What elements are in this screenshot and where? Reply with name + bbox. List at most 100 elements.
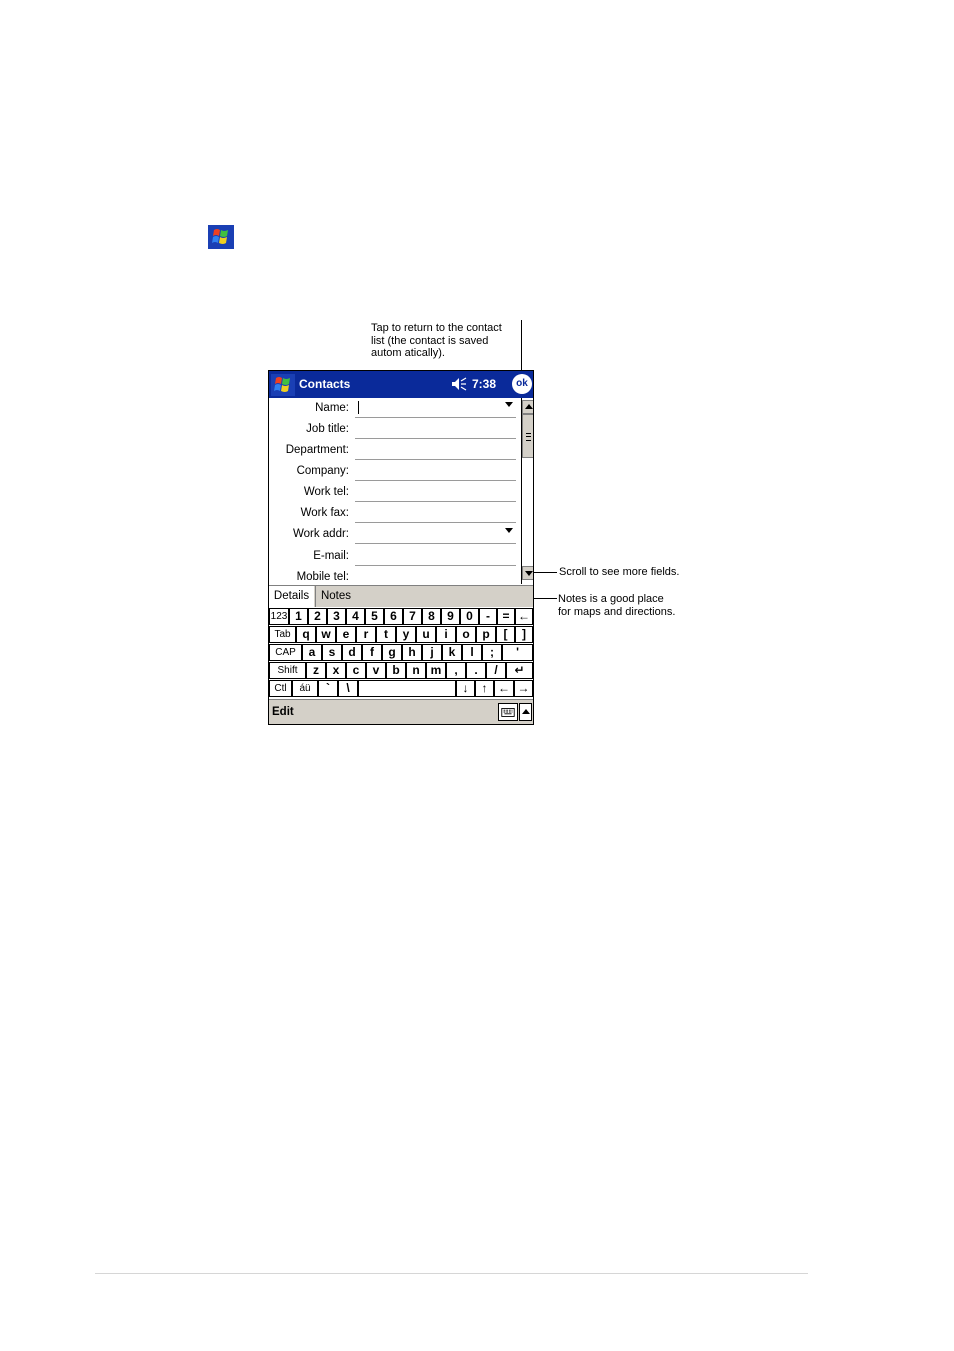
keyboard-row-3: CAP a s d f g h j k l ; ' bbox=[269, 644, 533, 662]
ok-button[interactable]: ok bbox=[512, 374, 532, 394]
key[interactable]: f bbox=[362, 644, 382, 661]
down-arrow-key[interactable]: ↓ bbox=[456, 680, 475, 697]
intl-chars-key[interactable]: áü bbox=[292, 680, 318, 697]
scroll-thumb[interactable] bbox=[522, 414, 533, 458]
key[interactable]: 6 bbox=[384, 608, 403, 625]
input-panel-selector[interactable] bbox=[519, 703, 532, 721]
footer-divider bbox=[95, 1273, 808, 1274]
keyboard-row-1: 123 1 2 3 4 5 6 7 8 9 0 - = ← bbox=[269, 608, 533, 626]
key[interactable]: , bbox=[446, 662, 466, 679]
key[interactable]: z bbox=[306, 662, 326, 679]
name-input[interactable] bbox=[355, 400, 516, 418]
key[interactable]: 2 bbox=[308, 608, 327, 625]
grip-icon bbox=[526, 433, 531, 441]
scroll-down-button[interactable] bbox=[522, 566, 533, 580]
clock-time[interactable]: 7:38 bbox=[472, 377, 496, 391]
key[interactable]: 8 bbox=[422, 608, 441, 625]
work-addr-input[interactable] bbox=[355, 526, 516, 544]
key[interactable]: a bbox=[302, 644, 322, 661]
field-name: Name: bbox=[269, 398, 521, 419]
start-menu-icon[interactable] bbox=[271, 374, 295, 396]
chevron-up-icon bbox=[522, 709, 530, 714]
scroll-callout-line bbox=[534, 572, 557, 573]
key[interactable]: q bbox=[296, 626, 316, 643]
caps-key[interactable]: CAP bbox=[269, 644, 302, 661]
tab-details[interactable]: Details bbox=[269, 586, 314, 607]
key[interactable]: t bbox=[376, 626, 396, 643]
key[interactable]: 1 bbox=[289, 608, 308, 625]
key[interactable]: h bbox=[402, 644, 422, 661]
key[interactable]: v bbox=[366, 662, 386, 679]
key[interactable]: m bbox=[426, 662, 446, 679]
key[interactable]: ; bbox=[482, 644, 502, 661]
soft-keyboard: 123 1 2 3 4 5 6 7 8 9 0 - = ← Tab q w e … bbox=[269, 608, 533, 699]
speaker-icon[interactable] bbox=[451, 377, 467, 391]
key[interactable]: x bbox=[326, 662, 346, 679]
scroll-up-button[interactable] bbox=[522, 400, 533, 414]
company-input[interactable] bbox=[355, 463, 516, 481]
contact-form: Name: Job title: Department: Company: Wo… bbox=[269, 398, 521, 587]
key[interactable]: \ bbox=[338, 680, 358, 697]
windows-start-icon bbox=[208, 225, 234, 249]
key-123[interactable]: 123 bbox=[269, 608, 289, 625]
work-tel-input[interactable] bbox=[355, 484, 516, 502]
key[interactable]: p bbox=[476, 626, 496, 643]
key[interactable]: l bbox=[462, 644, 482, 661]
key[interactable]: j bbox=[422, 644, 442, 661]
key[interactable]: 5 bbox=[365, 608, 384, 625]
up-arrow-key[interactable]: ↑ bbox=[475, 680, 494, 697]
key[interactable]: 0 bbox=[460, 608, 479, 625]
key[interactable]: g bbox=[382, 644, 402, 661]
key[interactable]: c bbox=[346, 662, 366, 679]
field-label: Name: bbox=[315, 402, 349, 414]
key[interactable]: ] bbox=[515, 626, 533, 643]
vertical-scrollbar[interactable] bbox=[521, 398, 533, 584]
space-key[interactable] bbox=[358, 680, 456, 697]
key[interactable]: [ bbox=[496, 626, 515, 643]
key[interactable]: 9 bbox=[441, 608, 460, 625]
key[interactable]: n bbox=[406, 662, 426, 679]
dropdown-arrow-icon[interactable] bbox=[505, 528, 513, 533]
field-label: E-mail: bbox=[313, 550, 349, 562]
key[interactable]: / bbox=[486, 662, 506, 679]
key[interactable]: k bbox=[442, 644, 462, 661]
key[interactable]: o bbox=[456, 626, 476, 643]
key[interactable]: w bbox=[316, 626, 336, 643]
enter-key[interactable]: ↵ bbox=[506, 662, 533, 679]
key[interactable]: - bbox=[479, 608, 497, 625]
notes-callout-text: Notes is a good place for maps and direc… bbox=[558, 593, 676, 618]
key[interactable]: y bbox=[396, 626, 416, 643]
keyboard-icon[interactable] bbox=[498, 703, 518, 721]
key[interactable]: = bbox=[497, 608, 515, 625]
navigation-bar: Contacts 7:38 ok bbox=[269, 371, 533, 398]
email-input[interactable] bbox=[355, 548, 516, 566]
left-arrow-key[interactable]: ← bbox=[494, 680, 514, 697]
right-arrow-key[interactable]: → bbox=[514, 680, 533, 697]
edit-menu[interactable]: Edit bbox=[272, 706, 294, 718]
key[interactable]: ' bbox=[502, 644, 533, 661]
key[interactable]: 7 bbox=[403, 608, 422, 625]
dropdown-arrow-icon[interactable] bbox=[505, 402, 513, 407]
key[interactable]: . bbox=[466, 662, 486, 679]
ctrl-key[interactable]: Ctl bbox=[269, 680, 292, 697]
work-fax-input[interactable] bbox=[355, 505, 516, 523]
key[interactable]: 4 bbox=[346, 608, 365, 625]
key[interactable]: u bbox=[416, 626, 436, 643]
key[interactable]: s bbox=[322, 644, 342, 661]
department-input[interactable] bbox=[355, 442, 516, 460]
keyboard-row-4: Shift z x c v b n m , . / ↵ bbox=[269, 662, 533, 680]
tab-notes[interactable]: Notes bbox=[315, 586, 356, 607]
backspace-key[interactable]: ← bbox=[515, 608, 533, 625]
ok-callout-text: Tap to return to the contact list (the c… bbox=[371, 322, 502, 359]
key[interactable]: e bbox=[336, 626, 356, 643]
key[interactable]: d bbox=[342, 644, 362, 661]
key[interactable]: ` bbox=[318, 680, 338, 697]
tab-key[interactable]: Tab bbox=[269, 626, 296, 643]
key[interactable]: 3 bbox=[327, 608, 346, 625]
field-label: Job title: bbox=[306, 423, 349, 435]
key[interactable]: b bbox=[386, 662, 406, 679]
key[interactable]: i bbox=[436, 626, 456, 643]
shift-key[interactable]: Shift bbox=[269, 662, 306, 679]
key[interactable]: r bbox=[356, 626, 376, 643]
job-title-input[interactable] bbox=[355, 421, 516, 439]
